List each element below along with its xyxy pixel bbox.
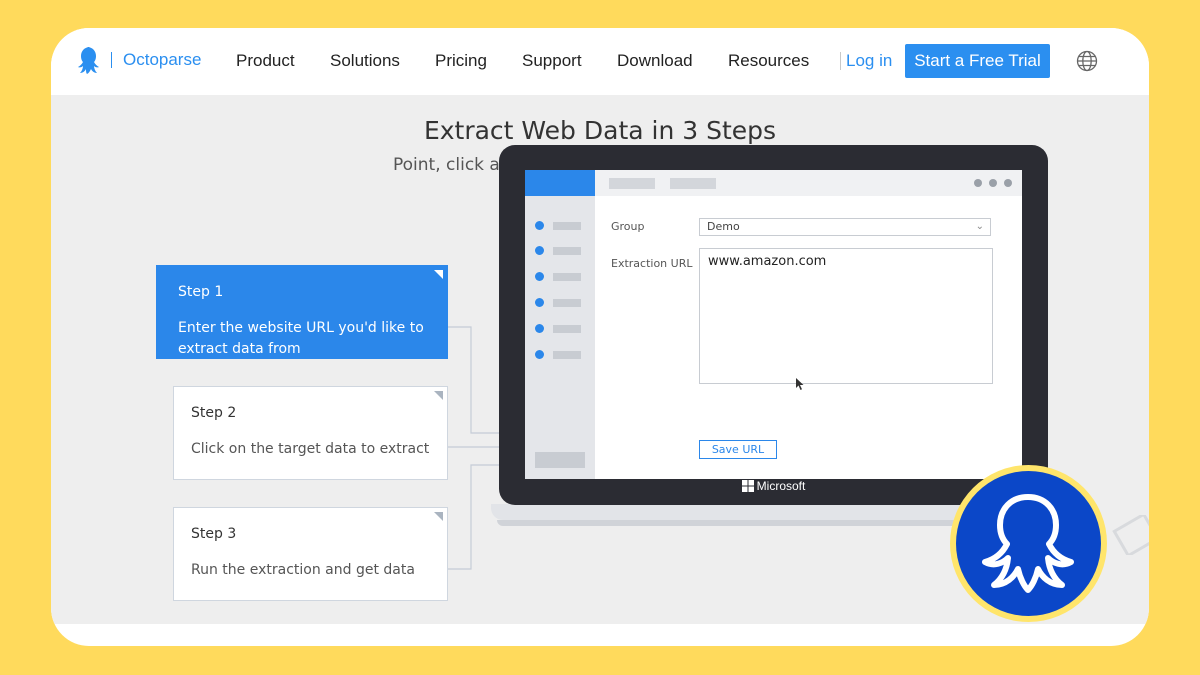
laptop-base-shadow (497, 520, 1005, 526)
sidebar-item[interactable] (535, 324, 585, 334)
laptop-base (491, 504, 1011, 520)
sidebar-item[interactable] (535, 221, 585, 231)
sidebar-item[interactable] (535, 298, 585, 308)
window-dot-icon[interactable] (1004, 179, 1012, 187)
extraction-url-label: Extraction URL (611, 257, 693, 270)
free-trial-button[interactable]: Start a Free Trial (905, 44, 1050, 78)
sidebar-item[interactable] (535, 350, 585, 360)
step-1-card[interactable]: Step 1 Enter the website URL you'd like … (156, 265, 448, 359)
nav-solutions[interactable]: Solutions (330, 51, 400, 71)
brand-name[interactable]: Octoparse (123, 50, 201, 70)
cursor-icon (796, 378, 804, 390)
app-sidebar (525, 170, 595, 479)
step-2-text: Click on the target data to extract (191, 441, 430, 457)
nav-pricing[interactable]: Pricing (435, 51, 487, 71)
extraction-url-input[interactable]: www.amazon.com (699, 248, 993, 384)
topbar-placeholder (609, 178, 655, 189)
nav-resources[interactable]: Resources (728, 51, 809, 71)
extraction-url-value: www.amazon.com (708, 254, 827, 269)
chevron-down-icon: ⌄ (975, 221, 984, 232)
app-topbar (595, 170, 1022, 196)
octopus-logo-icon (982, 494, 1074, 593)
octopus-logo-icon[interactable] (73, 45, 101, 75)
step-2-card[interactable]: Step 2 Click on the target data to extra… (173, 386, 448, 480)
laptop-brand-text: Microsoft (756, 479, 806, 493)
step-2-title: Step 2 (191, 405, 237, 421)
nav-download[interactable]: Download (617, 51, 693, 71)
save-url-button[interactable]: Save URL (699, 440, 777, 459)
login-link[interactable]: Log in (846, 51, 892, 71)
nav-support[interactable]: Support (522, 51, 582, 71)
corner-marker-icon (434, 512, 443, 521)
step-1-text: Enter the website URL you'd like to extr… (178, 320, 424, 357)
top-navigation: Octoparse Product Solutions Pricing Supp… (51, 28, 1149, 95)
group-select-value: Demo (707, 220, 740, 233)
app-screen: Group Demo ⌄ Extraction URL www.amazon.c… (525, 170, 1022, 479)
nav-product[interactable]: Product (236, 51, 295, 71)
step-3-title: Step 3 (191, 526, 237, 542)
group-select[interactable]: Demo ⌄ (699, 218, 991, 236)
nav-divider (840, 52, 841, 70)
corner-marker-icon (434, 270, 443, 279)
decorative-shape (1112, 515, 1149, 555)
sidebar-item[interactable] (535, 246, 585, 256)
sidebar-footer-block (535, 452, 585, 468)
step-1-title: Step 1 (178, 284, 224, 300)
octoparse-badge (950, 465, 1107, 622)
window-dot-icon[interactable] (974, 179, 982, 187)
step-3-text: Run the extraction and get data (191, 562, 415, 578)
window-dot-icon[interactable] (989, 179, 997, 187)
group-label: Group (611, 220, 645, 233)
globe-icon[interactable] (1076, 50, 1098, 72)
sidebar-header (525, 170, 595, 196)
topbar-placeholder (670, 178, 716, 189)
logo-divider (111, 52, 112, 68)
laptop-brand: Microsoft (499, 479, 1048, 493)
step-3-card[interactable]: Step 3 Run the extraction and get data (173, 507, 448, 601)
microsoft-logo-icon (741, 480, 754, 492)
corner-marker-icon (434, 391, 443, 400)
laptop-mockup: Group Demo ⌄ Extraction URL www.amazon.c… (499, 145, 1048, 505)
sidebar-item[interactable] (535, 272, 585, 282)
